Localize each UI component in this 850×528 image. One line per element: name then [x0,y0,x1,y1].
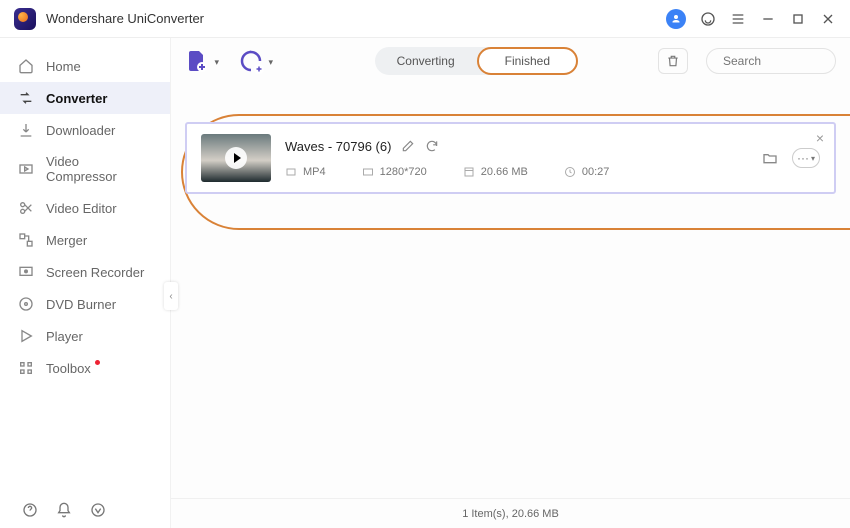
file-title: Waves - 70796 (6) [285,139,391,154]
size-icon [463,166,475,178]
search-input[interactable] [723,54,850,68]
file-card[interactable]: × Waves - 70796 (6) MP4 1280*720 20.66 M… [185,122,836,194]
recorder-icon [18,264,34,280]
sidebar-item-label: Player [46,329,83,344]
reconvert-icon[interactable] [425,139,439,153]
rename-icon[interactable] [401,139,415,153]
compressor-icon [18,161,34,177]
delete-button[interactable] [658,48,688,74]
sidebar-item-converter[interactable]: Converter [0,82,170,114]
close-button[interactable] [820,11,836,27]
sidebar-item-downloader[interactable]: Downloader [0,114,170,146]
chevron-down-icon: ▾ [811,154,815,163]
chevron-down-icon: ▾ [268,57,273,68]
help-icon[interactable] [22,502,38,518]
home-icon [18,58,34,74]
titlebar: Wondershare UniConverter [0,0,850,38]
sidebar-item-video-compressor[interactable]: Video Compressor [0,146,170,192]
duration-icon [564,166,576,178]
format-icon [285,166,297,178]
dvd-icon [18,296,34,312]
open-folder-icon[interactable] [762,150,778,166]
bell-icon[interactable] [56,502,72,518]
more-options-button[interactable]: ··· ▾ [792,148,820,168]
sidebar-item-label: Toolbox [46,361,91,376]
main-panel: ▾ ▾ Converting Finished × [170,38,850,528]
sidebar-item-video-editor[interactable]: Video Editor [0,192,170,224]
menu-icon[interactable] [730,11,746,27]
tab-finished[interactable]: Finished [477,47,578,75]
tab-converting[interactable]: Converting [375,47,477,75]
sidebar-item-toolbox[interactable]: Toolbox [0,352,170,384]
player-icon [18,328,34,344]
status-summary: 1 Item(s), 20.66 MB [462,508,559,520]
status-bar: 1 Item(s), 20.66 MB [171,498,850,528]
user-avatar[interactable] [666,9,686,29]
file-resolution: 1280*720 [380,166,427,178]
video-thumbnail[interactable] [201,134,271,182]
sidebar-item-label: Video Editor [46,201,117,216]
search-box[interactable] [706,48,836,74]
sidebar-item-label: Merger [46,233,87,248]
feedback-icon[interactable] [90,502,106,518]
tab-segmented: Converting Finished [375,47,578,75]
download-icon [18,122,34,138]
sidebar-item-screen-recorder[interactable]: Screen Recorder [0,256,170,288]
sidebar-item-dvd-burner[interactable]: DVD Burner [0,288,170,320]
sidebar-item-label: Downloader [46,123,115,138]
toolbox-icon [18,360,34,376]
sidebar: Home Converter Downloader Video Compress… [0,38,170,528]
toolbar: ▾ ▾ Converting Finished [171,38,850,84]
sidebar-item-label: Screen Recorder [46,265,144,280]
content-area: × Waves - 70796 (6) MP4 1280*720 20.66 M… [171,84,850,498]
play-icon [225,147,247,169]
merger-icon [18,232,34,248]
sidebar-item-label: DVD Burner [46,297,116,312]
sidebar-item-label: Converter [46,91,107,106]
minimize-button[interactable] [760,11,776,27]
sidebar-item-home[interactable]: Home [0,50,170,82]
editor-icon [18,200,34,216]
app-title: Wondershare UniConverter [46,11,204,26]
sidebar-item-label: Home [46,59,81,74]
resolution-icon [362,166,374,178]
support-icon[interactable] [700,11,716,27]
add-file-button[interactable]: ▾ [185,49,209,73]
add-url-button[interactable]: ▾ [239,49,263,73]
file-size: 20.66 MB [481,166,528,178]
notification-dot [95,360,100,365]
file-format: MP4 [303,166,326,178]
app-logo [14,8,36,30]
converter-icon [18,90,34,106]
sidebar-item-label: Video Compressor [46,154,152,184]
sidebar-item-player[interactable]: Player [0,320,170,352]
file-duration: 00:27 [582,166,610,178]
chevron-down-icon: ▾ [214,57,219,68]
card-close-button[interactable]: × [816,130,824,146]
sidebar-item-merger[interactable]: Merger [0,224,170,256]
maximize-button[interactable] [790,11,806,27]
